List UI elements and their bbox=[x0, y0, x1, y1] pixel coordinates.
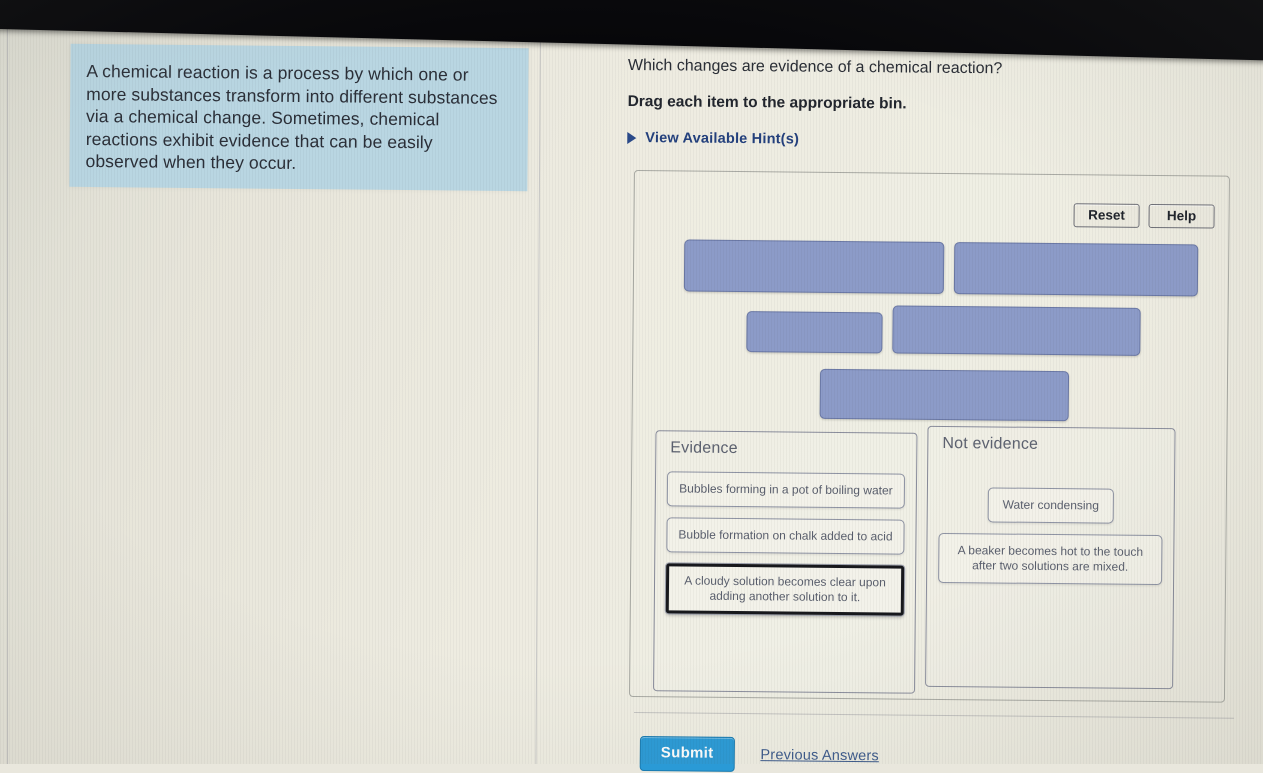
previous-answers-link[interactable]: Previous Answers bbox=[760, 747, 879, 764]
screen-surface: A chemical reaction is a process by whic… bbox=[0, 0, 1263, 772]
column-divider bbox=[535, 15, 541, 764]
footer-actions: Submit Previous Answers bbox=[639, 736, 879, 773]
bin-item[interactable]: Water condensing bbox=[987, 487, 1115, 524]
draggable-placeholder-1[interactable] bbox=[683, 239, 945, 294]
triangle-right-icon bbox=[627, 131, 637, 145]
bin-not-evidence-items: Water condensing A beaker becomes hot to… bbox=[938, 487, 1163, 596]
draggable-placeholder-5[interactable] bbox=[819, 368, 1070, 422]
question-instruction: Drag each item to the appropriate bin. bbox=[627, 92, 907, 113]
bin-not-evidence-title: Not evidence bbox=[942, 434, 1039, 453]
answer-toolbar: Reset Help bbox=[1073, 203, 1215, 229]
draggable-placeholder-2[interactable] bbox=[953, 242, 1199, 297]
bin-item[interactable]: A beaker becomes hot to the touch after … bbox=[938, 532, 1163, 586]
screen-left-edge bbox=[7, 4, 8, 764]
bin-item[interactable]: Bubbles forming in a pot of boiling wate… bbox=[666, 471, 906, 509]
bin-not-evidence[interactable]: Not evidence Water condensing A beaker b… bbox=[925, 425, 1176, 690]
draggable-placeholder-4[interactable] bbox=[892, 305, 1141, 356]
info-panel: A chemical reaction is a process by whic… bbox=[69, 43, 529, 192]
reset-button[interactable]: Reset bbox=[1073, 203, 1140, 228]
footer-divider bbox=[633, 712, 1234, 719]
submit-button[interactable]: Submit bbox=[639, 736, 735, 772]
view-hints-toggle[interactable]: View Available Hint(s) bbox=[627, 130, 1247, 151]
help-button[interactable]: Help bbox=[1148, 203, 1215, 229]
info-panel-text: A chemical reaction is a process by whic… bbox=[85, 60, 498, 173]
bin-evidence[interactable]: Evidence Bubbles forming in a pot of boi… bbox=[652, 430, 918, 694]
bin-evidence-title: Evidence bbox=[670, 439, 738, 458]
bin-item-selected[interactable]: A cloudy solution becomes clear upon add… bbox=[665, 563, 905, 616]
bin-evidence-items: Bubbles forming in a pot of boiling wate… bbox=[665, 471, 906, 626]
view-hints-label: View Available Hint(s) bbox=[645, 130, 800, 148]
question-prompt: Which changes are evidence of a chemical… bbox=[627, 56, 1003, 78]
question-header: Which changes are evidence of a chemical… bbox=[627, 56, 1248, 151]
draggable-placeholder-3[interactable] bbox=[746, 311, 883, 354]
bin-item[interactable]: Bubble formation on chalk added to acid bbox=[666, 517, 905, 555]
answer-area: Reset Help Evidence Bubbles forming in a… bbox=[628, 170, 1230, 703]
